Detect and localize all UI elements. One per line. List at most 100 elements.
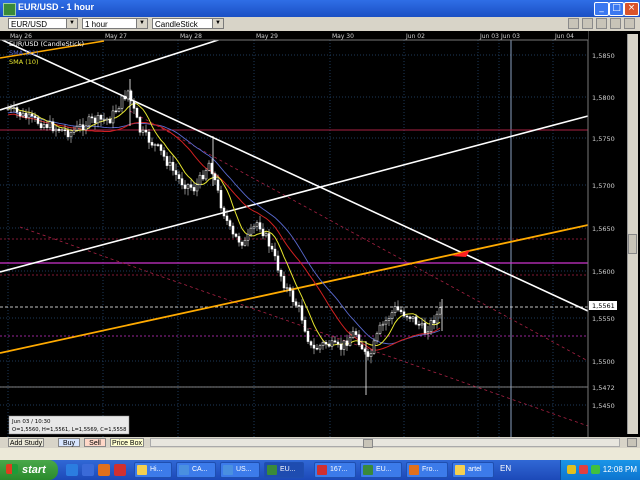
candle-body [204,169,208,180]
candle-body [207,162,211,171]
candle-body [183,184,187,189]
candle-body [12,107,16,109]
candle-body [150,142,154,146]
price-label: 1,5750 [592,135,615,143]
price-box-button[interactable]: Price Box [110,438,144,447]
candle-body [435,313,439,324]
price-label: 1,5850 [592,52,615,60]
candle-body [417,323,421,326]
vertical-scroll-thumb[interactable] [628,234,637,254]
resize-corner[interactable] [627,438,637,447]
taskbar-item-6[interactable]: Fro... [406,462,448,478]
tray-icon[interactable] [567,465,576,474]
candle-body [231,225,235,235]
candle-body [33,115,37,118]
toolbar-tool-icon[interactable] [596,18,607,29]
candle-body [354,331,358,335]
sma-10-line [7,102,441,347]
toolbar-tool-icon[interactable] [624,18,635,29]
candle-body [360,344,364,350]
date-label: Jun 03 [500,33,520,40]
horizontal-scrollbar[interactable] [150,438,620,448]
candle-body [120,95,124,109]
chart-grid [0,40,588,437]
candle-body [276,255,280,271]
quicklaunch-media-icon[interactable] [114,464,126,476]
close-icon[interactable]: × [624,2,639,16]
language-indicator[interactable]: EN [500,464,518,476]
toolbar-tool-icon[interactable] [568,18,579,29]
toolbar-tool-icon[interactable] [582,18,593,29]
candle-body [54,128,58,132]
candle-body [165,156,169,166]
candle-body [429,320,433,332]
horizontal-scroll-thumb[interactable] [363,439,373,448]
interval-select[interactable]: 1 hour ▼ [82,18,148,29]
app-icon [223,465,233,475]
app-icon [409,465,419,475]
candle-body [117,108,121,112]
candle-body [351,331,355,338]
title-bar: EUR/USD - 1 hour _ □ × [0,0,640,17]
candle-body [15,107,19,113]
start-button[interactable]: start [0,460,58,480]
buy-button[interactable]: Buy [58,438,80,447]
candle-body [111,110,115,124]
chart-style-select[interactable]: CandleStick ▼ [152,18,224,29]
quicklaunch-firefox-icon[interactable] [98,464,110,476]
candle-body [423,322,427,334]
symbol-select[interactable]: EUR/USD ▼ [8,18,78,29]
app-icon [179,465,189,475]
candle-body [237,236,241,243]
taskbar-item-3[interactable]: EU... [264,462,304,478]
candle-body [318,345,322,350]
maximize-icon[interactable]: □ [609,2,624,16]
price-axis-bg [588,31,627,437]
tray-icon[interactable] [591,465,600,474]
candle-body [162,150,166,157]
price-label: 1,5500 [592,358,615,366]
taskbar-item-4[interactable]: 167... [314,462,356,478]
tray-icon[interactable] [579,465,588,474]
candle-body [402,311,406,317]
candle-body [216,179,220,191]
candle-body [24,112,28,119]
candle-body [87,116,91,127]
taskbar-item-5[interactable]: EU... [360,462,402,478]
info-box-time: Jun 03 / 10:30 [11,419,51,425]
candle-body [408,316,412,319]
minimize-icon[interactable]: _ [594,2,609,16]
taskbar-item-2[interactable]: US... [220,462,260,478]
price-chart[interactable]: 1,5850 1,5800 1,5750 1,5700 1,5650 1,5600 1,55… [0,31,627,437]
date-label: Jun 03 [479,33,499,40]
taskbar-item-7[interactable]: artel [452,462,494,478]
vertical-scrollbar[interactable] [627,34,638,434]
candle-body [201,174,205,180]
date-label: May 27 [105,33,127,40]
candle-body [345,340,349,346]
candle-body [168,161,172,166]
quicklaunch-ie-icon[interactable] [66,464,78,476]
candle-body [219,190,223,209]
price-label: 1,5600 [592,268,615,276]
candle-body [51,121,55,132]
candle-body [93,117,97,124]
candle-body [108,118,112,124]
date-label: May 28 [180,33,202,40]
candle-body [153,144,157,146]
date-label: May 29 [256,33,278,40]
add-study-button[interactable]: Add Study [8,438,44,447]
symbol-select-value: EUR/USD [11,20,48,29]
candle-body [366,351,370,357]
chevron-down-icon: ▼ [212,19,223,28]
quicklaunch-desktop-icon[interactable] [82,464,94,476]
taskbar-item-1[interactable]: CA... [176,462,216,478]
horizontal-lines [0,129,588,388]
candle-body [78,124,82,127]
sell-button[interactable]: Sell [84,438,106,447]
candle-body [225,215,229,221]
taskbar-item-0[interactable]: Hi... [134,462,172,478]
candle-body [294,301,298,306]
candle-body [240,241,244,246]
toolbar-tool-icon[interactable] [610,18,621,29]
